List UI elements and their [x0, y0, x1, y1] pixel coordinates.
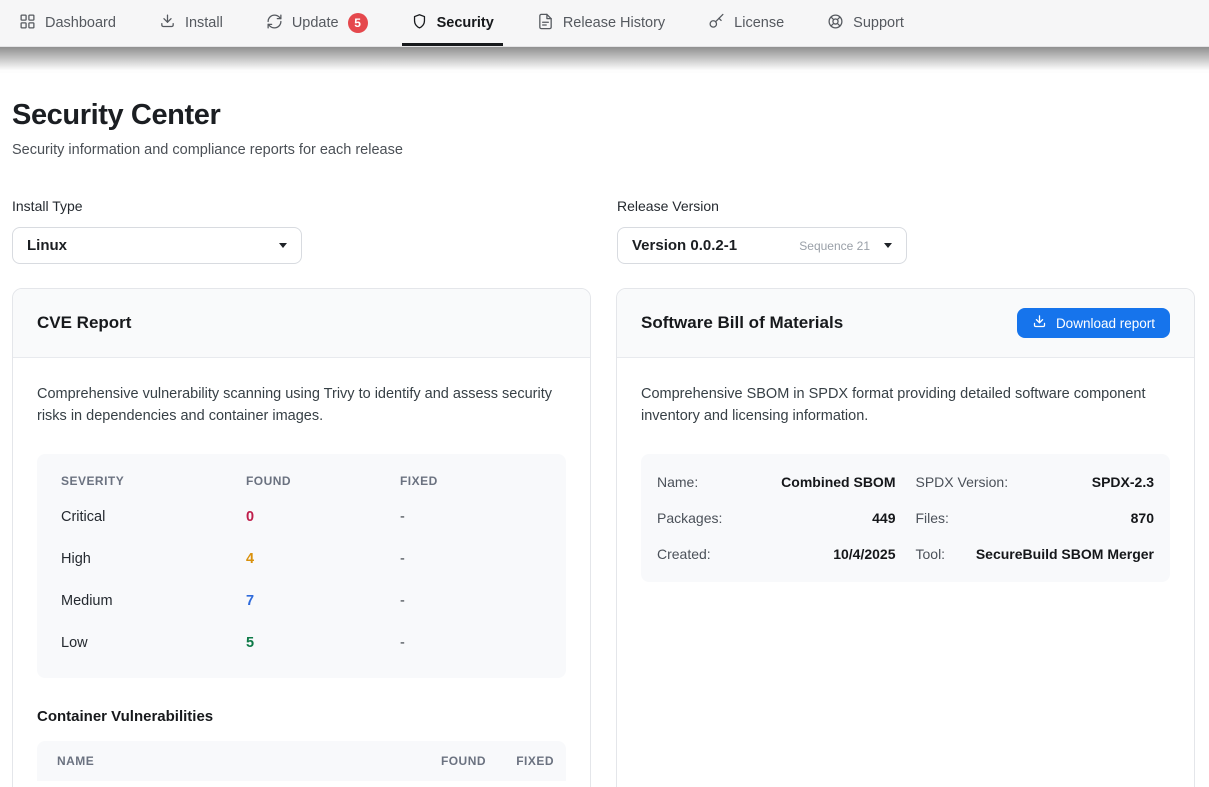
install-icon: [159, 13, 176, 34]
severity-label: Medium: [61, 593, 246, 609]
column-header-fixed: FIXED: [400, 474, 542, 488]
release-version-filter: Release Version Version 0.0.2-1 Sequence…: [617, 198, 1195, 264]
update-count-badge: 5: [348, 13, 368, 33]
cve-report-title: CVE Report: [37, 313, 131, 333]
cve-report-body: Comprehensive vulnerability scanning usi…: [13, 358, 590, 787]
found-count: 5: [246, 635, 400, 651]
column-header-found: FOUND: [246, 474, 400, 488]
detail-value: SecureBuild SBOM Merger: [976, 546, 1154, 562]
table-row-low: Low 5 -: [61, 622, 542, 664]
detail-tool: Tool: SecureBuild SBOM Merger: [916, 536, 1155, 572]
column-header-fixed: FIXED: [486, 754, 558, 768]
nav-item-security[interactable]: Security: [402, 0, 503, 46]
detail-label: Created:: [657, 546, 711, 562]
found-count: 0: [246, 509, 400, 525]
fixed-count: -: [400, 551, 542, 567]
table-row-critical: Critical 0 -: [61, 496, 542, 538]
table-row-high: High 4 -: [61, 538, 542, 580]
detail-label: Name:: [657, 474, 698, 490]
detail-value: 870: [1131, 510, 1154, 526]
nav-item-update[interactable]: Update 5: [257, 0, 377, 46]
nav-item-label: License: [734, 15, 784, 31]
install-type-filter: Install Type Linux: [12, 198, 590, 264]
nav-item-label: Release History: [563, 15, 665, 31]
scroll-shadow: [0, 47, 1209, 73]
page-title: Security Center: [12, 99, 1195, 132]
cve-report-header: CVE Report: [13, 289, 590, 358]
detail-label: SPDX Version:: [916, 474, 1009, 490]
severity-table-header: SEVERITY FOUND FIXED: [61, 462, 542, 496]
sbom-description: Comprehensive SBOM in SPDX format provid…: [641, 384, 1170, 428]
sbom-title: Software Bill of Materials: [641, 313, 843, 333]
dashboard-icon: [19, 13, 36, 34]
top-navbar: Dashboard Install Update 5 Security Rele…: [0, 0, 1209, 47]
severity-label: Low: [61, 635, 246, 651]
chevron-down-icon: [279, 243, 287, 248]
fixed-count: -: [400, 593, 542, 609]
security-center-page: Security Center Security information and…: [0, 99, 1209, 787]
cards-row: CVE Report Comprehensive vulnerability s…: [12, 288, 1195, 787]
release-version-select[interactable]: Version 0.0.2-1 Sequence 21: [617, 227, 907, 264]
detail-label: Files:: [916, 510, 949, 526]
detail-label: Packages:: [657, 510, 722, 526]
nav-item-label: Support: [853, 15, 904, 31]
install-type-select[interactable]: Linux: [12, 227, 302, 264]
install-type-value: Linux: [27, 237, 271, 254]
nav-item-install[interactable]: Install: [150, 0, 232, 46]
severity-label: High: [61, 551, 246, 567]
release-sequence-label: Sequence 21: [799, 239, 870, 253]
container-vulnerabilities-table-header: NAME FOUND FIXED: [37, 741, 566, 781]
cve-report-card: CVE Report Comprehensive vulnerability s…: [12, 288, 591, 787]
detail-created: Created: 10/4/2025: [657, 536, 896, 572]
page-subtitle: Security information and compliance repo…: [12, 142, 1195, 158]
container-vulnerabilities-title: Container Vulnerabilities: [37, 708, 566, 725]
nav-item-license[interactable]: License: [699, 0, 793, 46]
nav-item-label: Security: [437, 15, 494, 31]
found-count: 4: [246, 551, 400, 567]
column-header-name: NAME: [57, 754, 406, 768]
fixed-count: -: [400, 635, 542, 651]
sbom-details-grid: Name: Combined SBOM SPDX Version: SPDX-2…: [641, 454, 1170, 582]
nav-item-dashboard[interactable]: Dashboard: [10, 0, 125, 46]
fixed-count: -: [400, 509, 542, 525]
filters-row: Install Type Linux Release Version Versi…: [12, 198, 1195, 264]
detail-value: Combined SBOM: [781, 474, 895, 490]
license-key-icon: [708, 13, 725, 34]
severity-table: SEVERITY FOUND FIXED Critical 0 - High 4…: [37, 454, 566, 678]
column-header-found: FOUND: [406, 754, 486, 768]
release-version-label: Release Version: [617, 198, 1195, 214]
detail-value: 10/4/2025: [833, 546, 895, 562]
download-icon: [1032, 314, 1047, 332]
cve-report-description: Comprehensive vulnerability scanning usi…: [37, 384, 566, 428]
detail-packages: Packages: 449: [657, 500, 896, 536]
nav-item-label: Update: [292, 15, 339, 31]
support-lifebuoy-icon: [827, 13, 844, 34]
download-report-button[interactable]: Download report: [1017, 308, 1170, 338]
install-type-label: Install Type: [12, 198, 590, 214]
detail-label: Tool:: [916, 546, 946, 562]
nav-item-label: Install: [185, 15, 223, 31]
detail-value: SPDX-2.3: [1092, 474, 1154, 490]
chevron-down-icon: [884, 243, 892, 248]
release-history-icon: [537, 13, 554, 34]
nav-item-release-history[interactable]: Release History: [528, 0, 674, 46]
sbom-card: Software Bill of Materials Download repo…: [616, 288, 1195, 787]
security-shield-icon: [411, 13, 428, 34]
detail-value: 449: [872, 510, 895, 526]
nav-item-label: Dashboard: [45, 15, 116, 31]
detail-spdx-version: SPDX Version: SPDX-2.3: [916, 464, 1155, 500]
found-count: 7: [246, 593, 400, 609]
table-row-medium: Medium 7 -: [61, 580, 542, 622]
detail-files: Files: 870: [916, 500, 1155, 536]
sbom-body: Comprehensive SBOM in SPDX format provid…: [617, 358, 1194, 608]
sbom-header: Software Bill of Materials Download repo…: [617, 289, 1194, 358]
download-report-label: Download report: [1056, 316, 1155, 331]
release-version-value: Version 0.0.2-1: [632, 237, 799, 254]
detail-name: Name: Combined SBOM: [657, 464, 896, 500]
nav-item-support[interactable]: Support: [818, 0, 913, 46]
severity-label: Critical: [61, 509, 246, 525]
update-icon: [266, 13, 283, 34]
column-header-severity: SEVERITY: [61, 474, 246, 488]
